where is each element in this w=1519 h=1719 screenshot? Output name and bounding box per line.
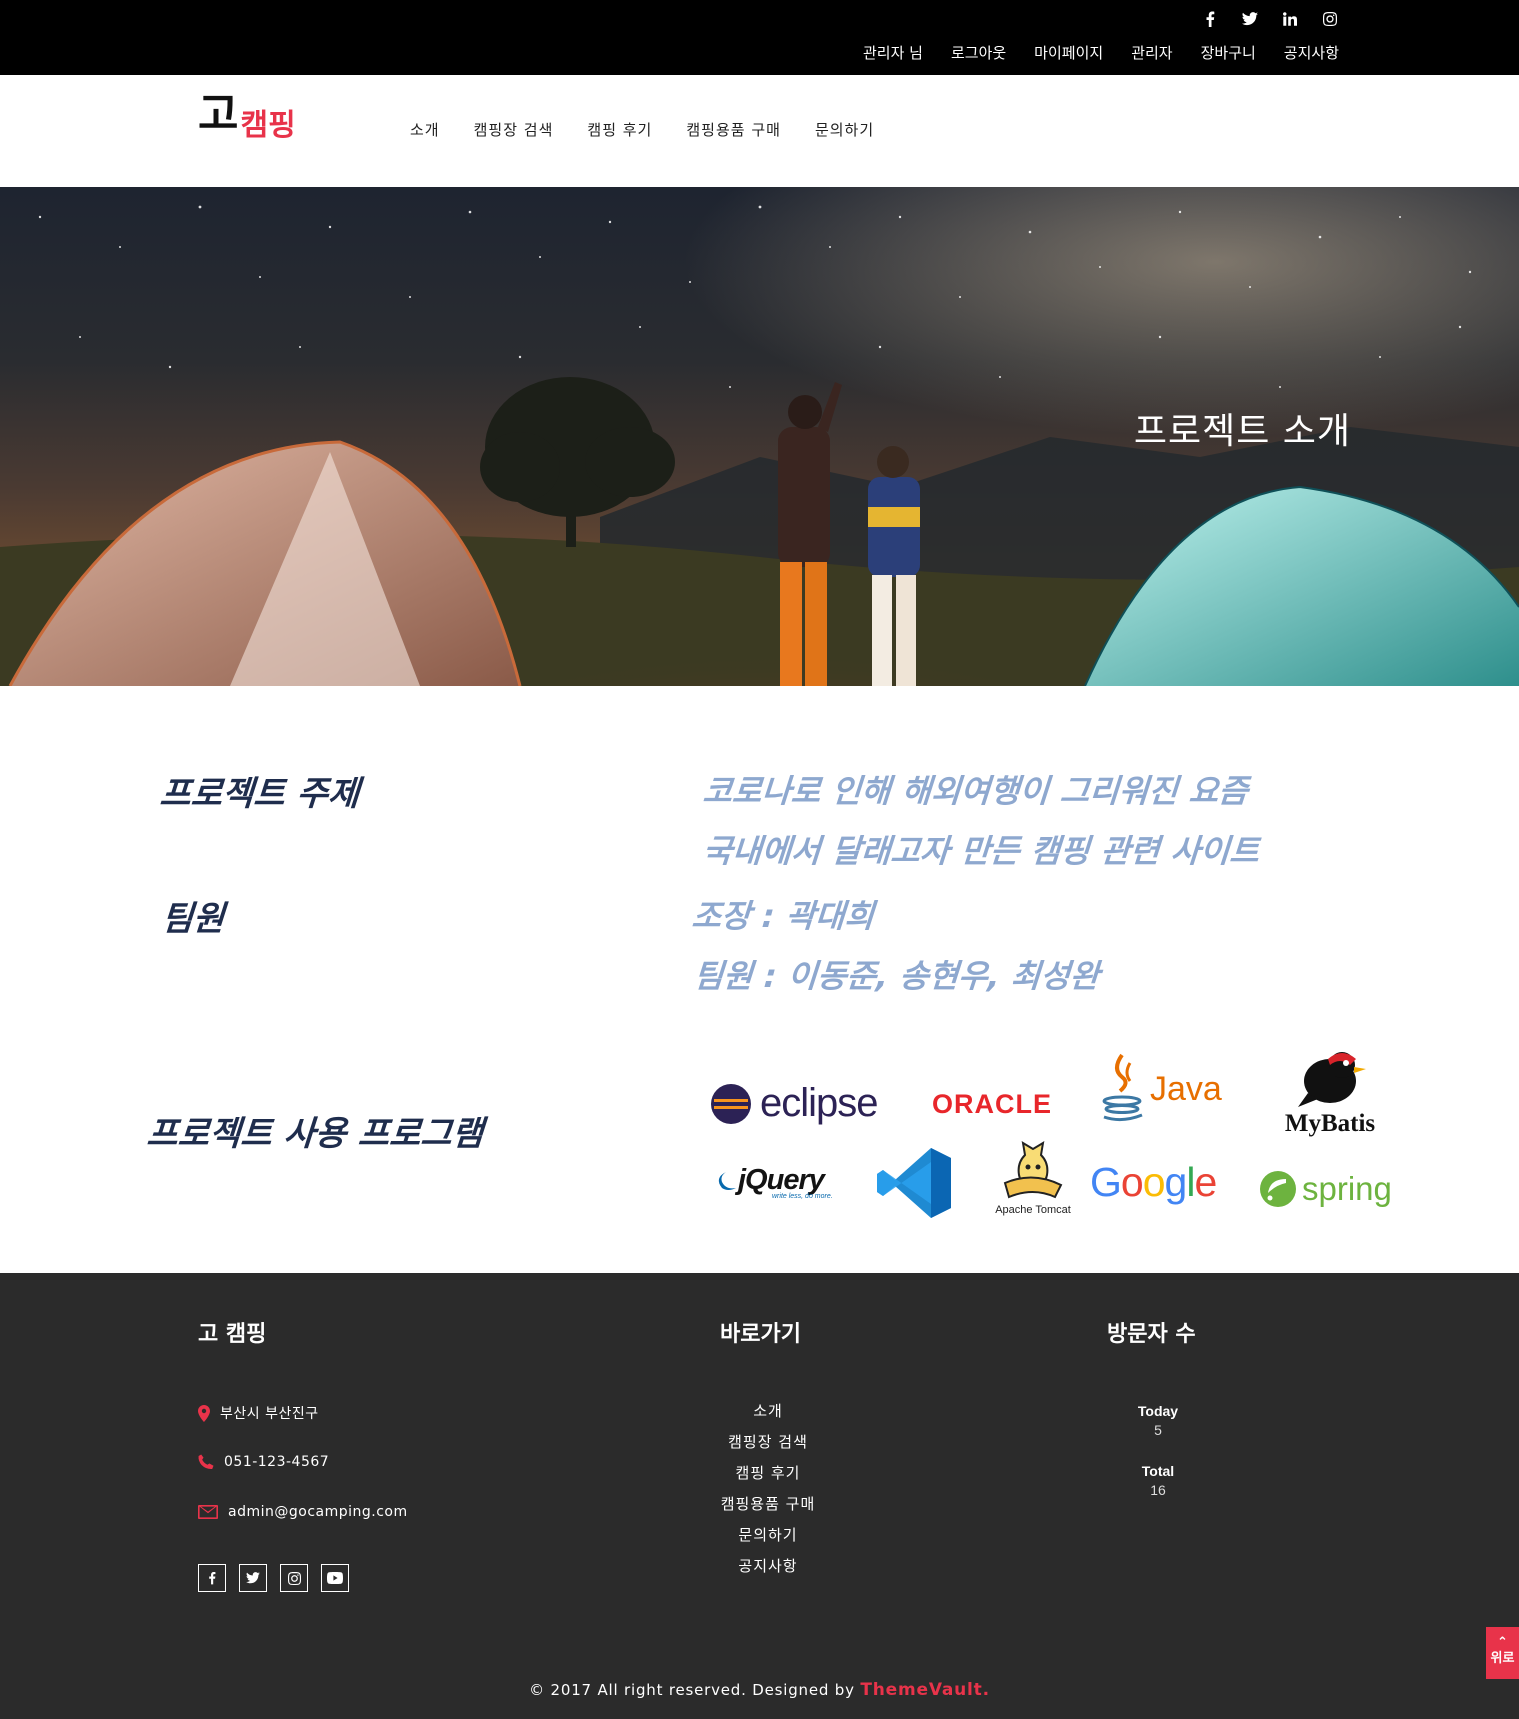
visitors-total-value: 16 bbox=[1150, 1482, 1166, 1498]
footer-brand-title: 고 캠핑 bbox=[198, 1322, 267, 1347]
copyright-text: © 2017 All right reserved. Designed by bbox=[529, 1681, 861, 1699]
top-social-links bbox=[1201, 10, 1339, 28]
spring-logo: spring bbox=[1258, 1169, 1392, 1209]
visitors-total-label: Total bbox=[1141, 1463, 1175, 1479]
footer-email-text: admin@gocamping.com bbox=[228, 1504, 408, 1520]
mybatis-bird-icon bbox=[1298, 1052, 1366, 1107]
team-leader: 조장 : 곽대희 bbox=[690, 897, 876, 935]
notice-link[interactable]: 공지사항 bbox=[1284, 42, 1339, 63]
program-logos: eclipse ORACLE Java MyBatis jQuery write… bbox=[700, 1041, 1420, 1221]
topic-line-2: 국내에서 달래고자 만든 캠핑 관련 사이트 bbox=[701, 832, 1261, 870]
visitors-today-label: Today bbox=[1137, 1403, 1179, 1419]
site-header: 고 캠핑 소개 캠핑장 검색 캠핑 후기 캠핑용품 구매 문의하기 bbox=[0, 75, 1519, 187]
nav-item-campsite-search[interactable]: 캠핑장 검색 bbox=[474, 119, 554, 140]
footer-link-intro[interactable]: 소개 bbox=[668, 1396, 868, 1427]
footer-visitors-title: 방문자 수 bbox=[1107, 1322, 1196, 1347]
top-nav: 관리자 님 로그아웃 마이페이지 관리자 장바구니 공지사항 bbox=[863, 42, 1339, 63]
jquery-logo: jQuery write less, do more. bbox=[712, 1164, 833, 1200]
topic-label: 프로젝트 주제 bbox=[158, 774, 361, 814]
jquery-swoosh-icon bbox=[718, 1171, 736, 1190]
footer-link-notice[interactable]: 공지사항 bbox=[668, 1551, 868, 1582]
admin-link[interactable]: 관리자 bbox=[1131, 42, 1172, 63]
footer-address-text: 부산시 부산진구 bbox=[220, 1406, 319, 1422]
mybatis-logo: MyBatis bbox=[1265, 1041, 1395, 1138]
footer-links: 소개 캠핑장 검색 캠핑 후기 캠핑용품 구매 문의하기 공지사항 bbox=[668, 1396, 868, 1582]
nav-item-reviews[interactable]: 캠핑 후기 bbox=[587, 119, 652, 140]
top-bar: 관리자 님 로그아웃 마이페이지 관리자 장바구니 공지사항 bbox=[0, 0, 1519, 75]
facebook-icon[interactable] bbox=[1201, 10, 1219, 28]
youtube-icon[interactable] bbox=[321, 1564, 349, 1592]
footer-phone: 051-123-4567 bbox=[198, 1454, 329, 1470]
instagram-icon[interactable] bbox=[1321, 10, 1339, 28]
project-intro-section: 프로젝트 주제 코로나로 인해 해외여행이 그리워진 요즘 국내에서 달래고자 … bbox=[0, 686, 1519, 1273]
java-logo: Java bbox=[1100, 1051, 1222, 1123]
nav-item-intro[interactable]: 소개 bbox=[410, 119, 440, 140]
site-footer: 고 캠핑 부산시 부산진구 051-123-4567 admin@gocampi… bbox=[0, 1273, 1519, 1719]
programs-label: 프로젝트 사용 프로그램 bbox=[145, 1114, 485, 1154]
instagram-icon[interactable] bbox=[280, 1564, 308, 1592]
vscode-icon bbox=[877, 1148, 951, 1218]
tomcat-logo: Apache Tomcat bbox=[988, 1141, 1078, 1216]
eclipse-logo: eclipse bbox=[710, 1081, 879, 1126]
hero-banner: 프로젝트 소개 bbox=[0, 187, 1519, 686]
spring-leaf-icon bbox=[1260, 1171, 1296, 1207]
topic-line-1: 코로나로 인해 해외여행이 그리워진 요즘 bbox=[701, 772, 1250, 810]
footer-link-reviews[interactable]: 캠핑 후기 bbox=[668, 1458, 868, 1489]
footer-link-campsite-search[interactable]: 캠핑장 검색 bbox=[668, 1427, 868, 1458]
tomcat-icon bbox=[1003, 1141, 1063, 1199]
oracle-logo: ORACLE bbox=[932, 1089, 1052, 1119]
footer-address: 부산시 부산진구 bbox=[198, 1403, 319, 1423]
copyright-brand-link[interactable]: ThemeVault. bbox=[860, 1680, 990, 1700]
google-logo: Google bbox=[1090, 1159, 1217, 1205]
hero-title: 프로젝트 소개 bbox=[1133, 411, 1351, 452]
chevron-up-icon: ⌃ bbox=[1497, 1635, 1508, 1650]
back-to-top-button[interactable]: ⌃ 위로 bbox=[1486, 1627, 1519, 1679]
main-nav: 소개 캠핑장 검색 캠핑 후기 캠핑용품 구매 문의하기 bbox=[410, 119, 874, 140]
eclipse-icon bbox=[711, 1083, 751, 1124]
twitter-icon[interactable] bbox=[239, 1564, 267, 1592]
visitors-today: Today 5 bbox=[1108, 1403, 1208, 1438]
footer-phone-text: 051-123-4567 bbox=[224, 1454, 330, 1470]
footer-link-inquiry[interactable]: 문의하기 bbox=[668, 1520, 868, 1551]
visitors-today-value: 5 bbox=[1154, 1422, 1162, 1438]
linkedin-icon[interactable] bbox=[1281, 10, 1299, 28]
footer-email: admin@gocamping.com bbox=[198, 1504, 408, 1520]
nav-item-shop[interactable]: 캠핑용품 구매 bbox=[686, 119, 781, 140]
vscode-logo bbox=[875, 1146, 953, 1225]
footer-links-title: 바로가기 bbox=[720, 1322, 801, 1347]
java-cup-icon bbox=[1102, 1053, 1143, 1122]
footer-social-links bbox=[198, 1564, 349, 1592]
copyright: © 2017 All right reserved. Designed by T… bbox=[0, 1680, 1519, 1700]
facebook-icon[interactable] bbox=[198, 1564, 226, 1592]
site-logo[interactable]: 고 캠핑 bbox=[198, 89, 296, 141]
nav-item-inquiry[interactable]: 문의하기 bbox=[815, 119, 874, 140]
map-marker-icon bbox=[198, 1404, 210, 1422]
envelope-icon bbox=[198, 1505, 218, 1519]
visitors-total: Total 16 bbox=[1108, 1463, 1208, 1498]
team-members: 팀원 : 이동준, 송현우, 최성완 bbox=[692, 957, 1101, 995]
back-to-top-label: 위로 bbox=[1490, 1651, 1515, 1666]
phone-icon bbox=[198, 1454, 214, 1470]
logout-link[interactable]: 로그아웃 bbox=[951, 42, 1006, 63]
logo-main-text: 고 bbox=[198, 89, 239, 140]
mypage-link[interactable]: 마이페이지 bbox=[1034, 42, 1103, 63]
team-label: 팀원 bbox=[160, 899, 226, 939]
footer-link-shop[interactable]: 캠핑용품 구매 bbox=[668, 1489, 868, 1520]
cart-link[interactable]: 장바구니 bbox=[1201, 42, 1256, 63]
logo-sub-text: 캠핑 bbox=[240, 108, 296, 143]
twitter-icon[interactable] bbox=[1241, 10, 1259, 28]
admin-greeting-link[interactable]: 관리자 님 bbox=[863, 42, 923, 63]
